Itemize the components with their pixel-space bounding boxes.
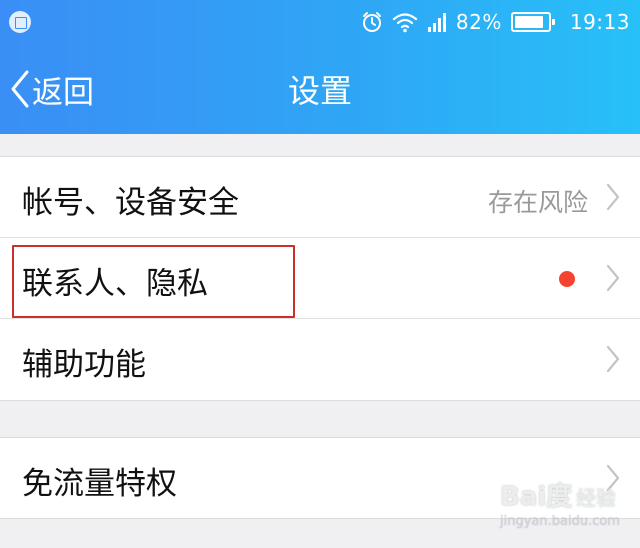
chevron-right-icon	[606, 464, 620, 496]
chevron-right-icon	[606, 345, 620, 377]
status-bar: 82% 19:13	[0, 0, 640, 44]
wifi-icon	[392, 11, 418, 33]
settings-group-1: 帐号、设备安全 存在风险 联系人、隐私 辅助功能	[0, 156, 640, 401]
battery-percent: 82%	[455, 10, 502, 34]
settings-item-label: 辅助功能	[22, 347, 146, 383]
settings-item-label: 帐号、设备安全	[22, 185, 239, 221]
chevron-right-icon	[606, 183, 620, 215]
settings-item-account-security[interactable]: 帐号、设备安全 存在风险	[0, 157, 640, 238]
alarm-icon	[361, 11, 383, 33]
settings-item-label: 联系人、隐私	[22, 266, 208, 302]
page-title: 设置	[287, 72, 352, 110]
settings-group-2: 免流量特权	[0, 437, 640, 519]
status-bar-right: 82% 19:13	[361, 8, 630, 36]
nav-bar: 返回 设置	[0, 44, 640, 134]
status-time: 19:13	[569, 10, 630, 34]
signal-icon	[427, 11, 447, 33]
screenshot-icon	[9, 11, 31, 33]
risk-status-text: 存在风险	[487, 188, 588, 217]
battery-icon	[510, 12, 555, 32]
settings-item-label: 免流量特权	[22, 466, 177, 502]
settings-item-free-data[interactable]: 免流量特权	[0, 438, 640, 519]
settings-item-contacts-privacy[interactable]: 联系人、隐私	[0, 238, 640, 319]
header: 82% 19:13 返回 设置	[0, 0, 640, 134]
chevron-right-icon	[606, 264, 620, 296]
settings-item-accessibility[interactable]: 辅助功能	[0, 319, 640, 400]
notification-dot	[559, 271, 575, 287]
